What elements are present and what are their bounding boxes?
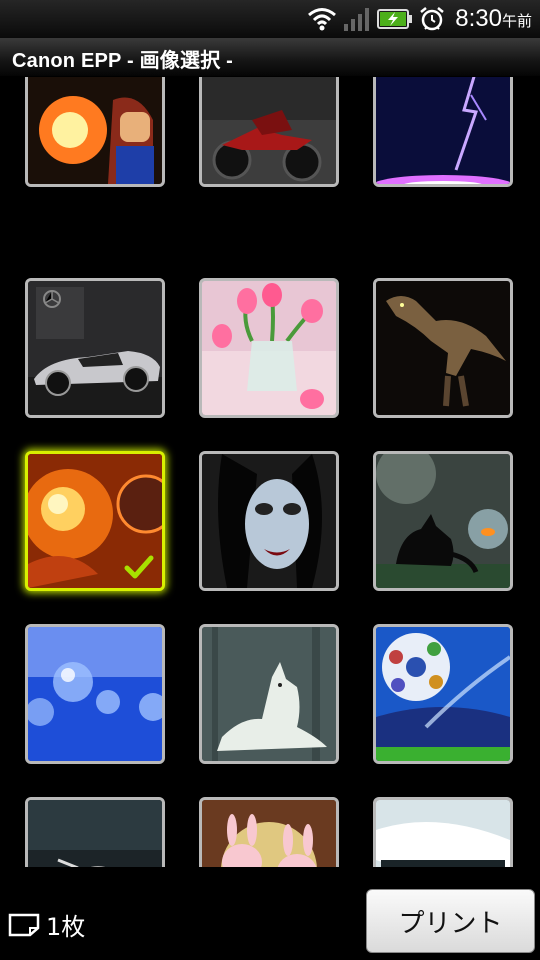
checkmark-icon	[124, 555, 154, 579]
image-tile-bunnies[interactable]	[199, 797, 339, 867]
status-bar: 8:30午前	[0, 0, 540, 38]
image-tile-tulips[interactable]	[199, 278, 339, 418]
image-tile-mario[interactable]	[25, 77, 165, 187]
image-tile-motorcycles[interactable]	[199, 77, 339, 187]
image-tile-fire-planet[interactable]	[25, 451, 165, 591]
selection-count-label: 1枚	[46, 913, 86, 941]
wifi-icon	[308, 8, 337, 31]
image-tile-mercedes[interactable]	[25, 278, 165, 418]
image-tile-cat-fishbowl[interactable]	[373, 451, 513, 591]
selection-count: 1枚	[8, 907, 85, 942]
status-icons: 8:30午前	[307, 0, 532, 38]
image-tile-vampire[interactable]	[199, 451, 339, 591]
image-tile-water-drops[interactable]	[25, 624, 165, 764]
image-tile-white-wolf[interactable]	[199, 624, 339, 764]
battery-charging-icon	[377, 9, 413, 29]
alarm-icon	[420, 7, 445, 31]
status-ampm: 午前	[501, 13, 532, 30]
image-tile-dinosaur[interactable]	[373, 278, 513, 418]
signal-strength-icon	[344, 8, 370, 31]
photo-sheet-icon	[8, 913, 40, 936]
title-bar: Canon EPP - 画像選択 -	[0, 38, 540, 77]
print-button[interactable]: プリント	[366, 889, 535, 953]
image-tile-soccer-ball[interactable]	[373, 624, 513, 764]
image-tile-chopper[interactable]	[25, 797, 165, 867]
image-grid[interactable]	[0, 77, 540, 867]
bottom-bar: 1枚 プリント	[0, 875, 540, 960]
image-tile-screen[interactable]	[373, 797, 513, 867]
status-time: 8:30午前	[455, 5, 532, 32]
page-title: Canon EPP - 画像選択 -	[12, 50, 234, 72]
image-tile-lightning[interactable]	[373, 77, 513, 187]
